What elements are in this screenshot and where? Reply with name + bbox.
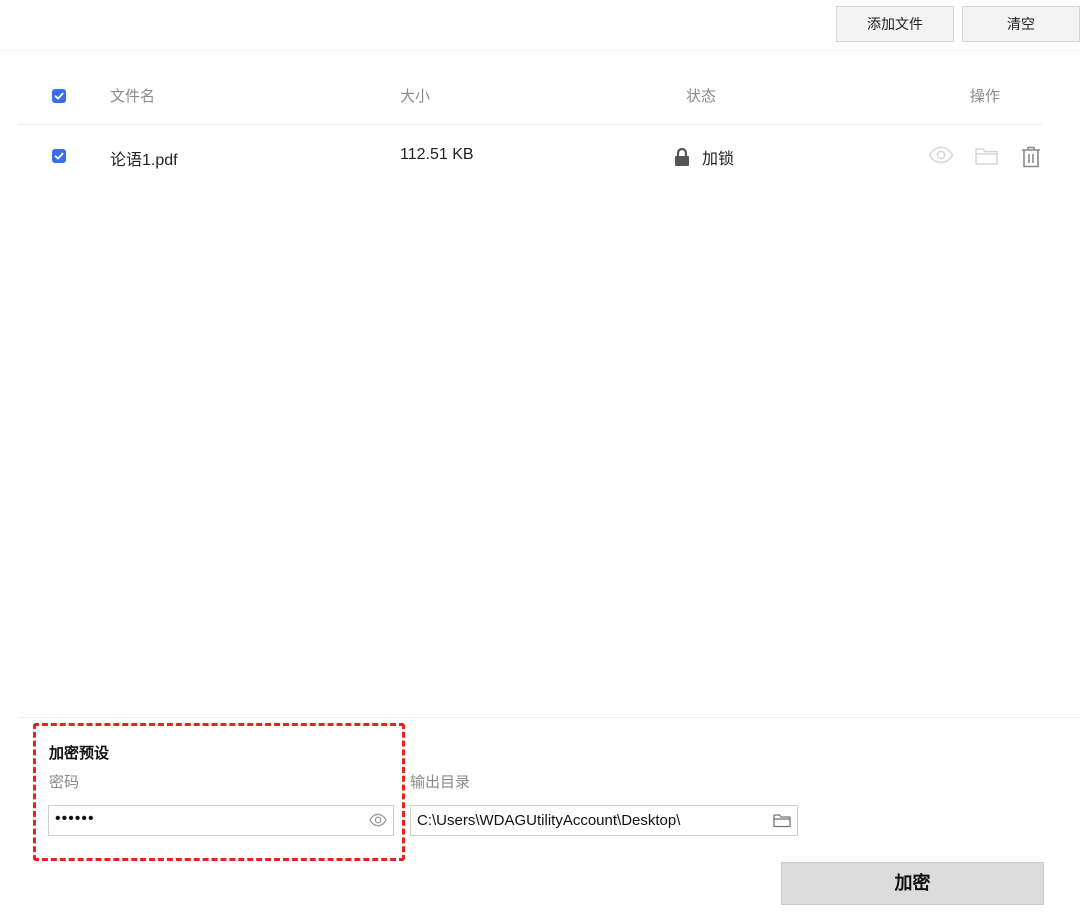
check-icon — [54, 92, 64, 100]
row-checkbox[interactable] — [52, 149, 66, 163]
toolbar: 添加文件 清空 — [0, 0, 1080, 51]
password-label: 密码 — [49, 774, 80, 791]
preset-title: 加密预设 — [49, 745, 110, 762]
password-field[interactable]: •••••• — [48, 805, 394, 836]
column-header-name: 文件名 — [110, 88, 156, 105]
table-header: 文件名 大小 状态 操作 — [18, 70, 1042, 125]
output-dir-field[interactable]: C:\Users\WDAGUtilityAccount\Desktop\ — [410, 805, 798, 836]
open-folder-icon[interactable] — [974, 146, 1000, 171]
column-header-size: 大小 — [400, 88, 431, 105]
column-header-actions: 操作 — [970, 88, 1001, 105]
table-row: 论语1.pdf 112.51 KB 加锁 — [18, 126, 1042, 186]
preview-eye-icon[interactable] — [928, 146, 954, 169]
check-icon — [54, 152, 64, 160]
status-text: 加锁 — [702, 151, 735, 168]
password-value: •••••• — [55, 810, 95, 827]
file-name: 论语1.pdf — [110, 152, 178, 169]
show-password-eye-icon[interactable] — [369, 813, 387, 831]
clear-button[interactable]: 清空 — [962, 6, 1080, 42]
browse-folder-icon[interactable] — [773, 813, 791, 832]
file-status: 加锁 — [674, 145, 734, 169]
file-size: 112.51 KB — [400, 146, 474, 163]
column-header-status: 状态 — [686, 88, 717, 105]
output-dir-label: 输出目录 — [410, 774, 471, 791]
select-all-checkbox[interactable] — [52, 89, 66, 103]
delete-trash-icon[interactable] — [1020, 146, 1042, 173]
add-file-button[interactable]: 添加文件 — [836, 6, 954, 42]
output-dir-value: C:\Users\WDAGUtilityAccount\Desktop\ — [417, 812, 681, 829]
divider — [18, 717, 1080, 718]
encrypt-button[interactable]: 加密 — [781, 862, 1044, 905]
lock-icon — [675, 147, 689, 166]
